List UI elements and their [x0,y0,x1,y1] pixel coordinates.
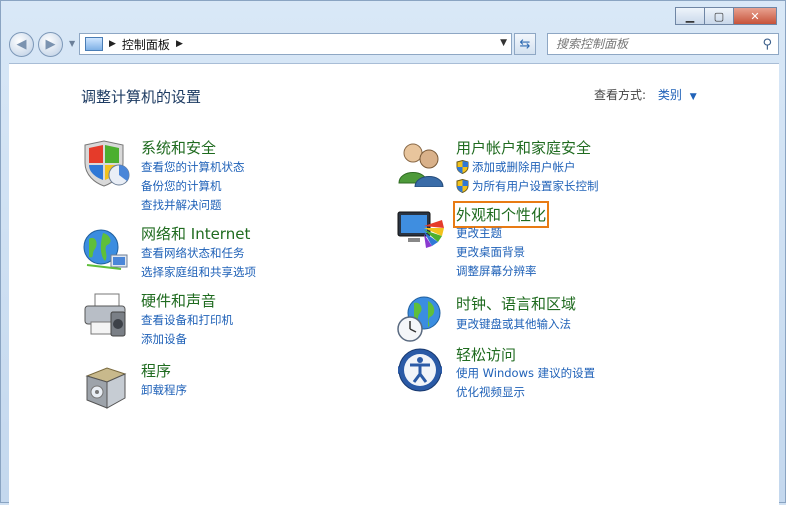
ease-of-access-icon [398,348,442,392]
address-bar[interactable]: ▶ 控制面板 ▶ ▼ [79,33,512,55]
link-text[interactable]: 添加或删除用户帐户 [472,160,576,174]
breadcrumb-arrow-icon[interactable]: ▶ [176,39,183,49]
link-text[interactable]: 为所有用户设置家长控制 [472,179,599,193]
category-title[interactable]: 轻松访问 [456,344,516,365]
refresh-icon: ⇆ [519,36,531,52]
main-content: 调整计算机的设置 查看方式: 类别 ▼ 系统和安全 查看您的计算机状态 备份您的… [9,63,779,505]
uac-shield-icon [456,179,469,193]
category-title[interactable]: 网络和 Internet [141,223,250,244]
link-add-remove-user[interactable]: 添加或删除用户帐户 [456,159,576,175]
link-uninstall-program[interactable]: 卸载程序 [141,382,187,398]
appearance-monitor-icon [397,211,444,248]
breadcrumb-arrow-icon[interactable]: ▶ [109,39,116,49]
minimize-icon: ▁ [685,9,695,23]
link-change-theme[interactable]: 更改主题 [456,225,502,241]
close-icon: ✕ [750,9,760,23]
link-change-desktop-background[interactable]: 更改桌面背景 [456,244,525,260]
address-dropdown-icon[interactable]: ▼ [500,38,507,48]
category-title[interactable]: 用户帐户和家庭安全 [456,137,591,158]
printer-icon [84,293,126,337]
refresh-button[interactable]: ⇆ [514,33,536,55]
control-panel-icon [85,37,103,51]
link-add-device[interactable]: 添加设备 [141,331,187,347]
forward-arrow-icon: ▶ [45,37,56,52]
clock-globe-icon [397,296,441,342]
category-title[interactable]: 系统和安全 [141,137,216,158]
search-box[interactable]: ⚲ [547,33,779,55]
maximize-icon: ▢ [713,9,725,23]
chevron-down-icon[interactable]: ▼ [690,92,697,102]
navigation-bar: ◀ ▶ ▼ ▶ 控制面板 ▶ ▼ ⇆ ⚲ [9,31,779,59]
minimize-button[interactable]: ▁ [675,7,705,25]
uac-shield-icon [456,160,469,174]
users-icon [398,143,444,187]
breadcrumb-control-panel[interactable]: 控制面板 [122,36,170,53]
link-adjust-resolution[interactable]: 调整屏幕分辨率 [456,263,537,279]
control-panel-window: ▁ ▢ ✕ ◀ ▶ ▼ ▶ 控制面板 ▶ ▼ ⇆ ⚲ 调整计算机的设置 查看方式… [0,0,786,505]
close-button[interactable]: ✕ [733,7,777,25]
page-title: 调整计算机的设置 [81,88,202,106]
category-title[interactable]: 程序 [141,360,171,381]
category-title[interactable]: 时钟、语言和区域 [456,293,576,314]
view-by: 查看方式: 类别 ▼ [594,86,697,103]
maximize-button[interactable]: ▢ [704,7,734,25]
link-view-network-status[interactable]: 查看网络状态和任务 [141,245,245,261]
link-devices-printers[interactable]: 查看设备和打印机 [141,312,233,328]
forward-button[interactable]: ▶ [38,32,63,57]
recent-pages-button[interactable]: ▼ [69,39,75,48]
link-parental-controls[interactable]: 为所有用户设置家长控制 [456,178,599,194]
link-change-keyboard-input[interactable]: 更改键盘或其他输入法 [456,316,571,332]
link-troubleshoot[interactable]: 查找并解决问题 [141,197,222,213]
search-icon[interactable]: ⚲ [762,37,772,52]
link-windows-recommended-settings[interactable]: 使用 Windows 建议的设置 [456,365,595,381]
back-button[interactable]: ◀ [9,32,34,57]
link-backup-computer[interactable]: 备份您的计算机 [141,178,222,194]
shield-icon [84,140,130,187]
window-controls: ▁ ▢ ✕ [675,7,777,25]
category-title[interactable]: 硬件和声音 [141,290,216,311]
link-optimize-visual-display[interactable]: 优化视频显示 [456,384,525,400]
category-title[interactable]: 外观和个性化 [452,201,550,228]
network-globe-icon [83,229,128,270]
back-arrow-icon: ◀ [16,37,27,52]
link-homegroup-sharing[interactable]: 选择家庭组和共享选项 [141,264,256,280]
view-by-select[interactable]: 类别 [658,88,682,102]
view-by-label: 查看方式: [594,88,647,102]
programs-box-icon [85,367,127,409]
search-input[interactable] [554,36,758,52]
link-view-computer-status[interactable]: 查看您的计算机状态 [141,159,245,175]
